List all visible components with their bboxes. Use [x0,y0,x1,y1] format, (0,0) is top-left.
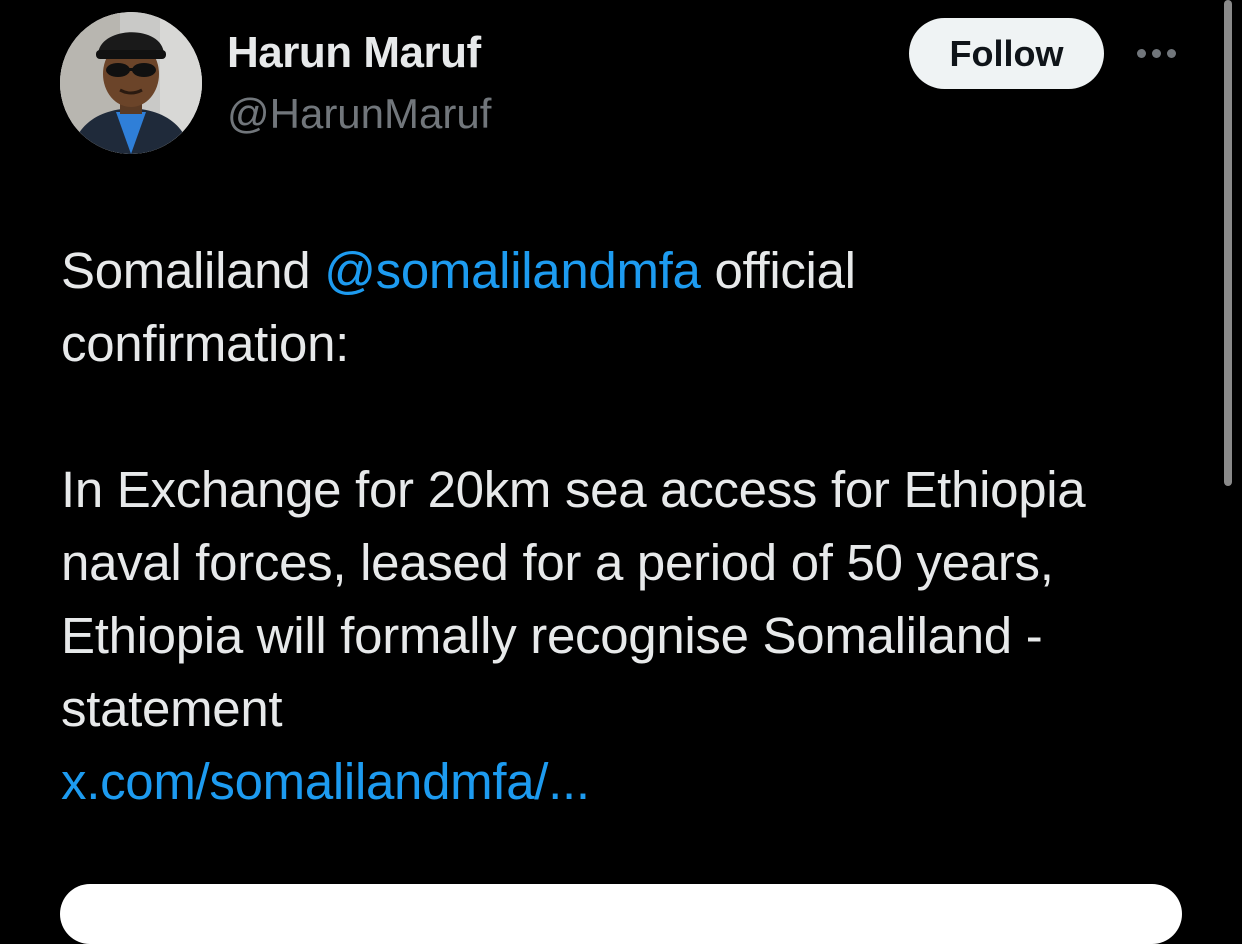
tweet-text-segment: official [700,242,856,299]
more-horizontal-icon-dot [1151,48,1161,58]
external-link[interactable]: x.com/somalilandmfa/... [61,753,590,810]
tweet-text-segment: Somaliland [61,242,325,299]
tweet-line-2: confirmation: [61,315,350,372]
more-options-button[interactable] [1128,34,1184,72]
more-horizontal-icon [1136,48,1146,58]
link-preview-card[interactable] [60,884,1182,944]
tweet-line-1: Somaliland @somalilandmfa official [61,234,1181,307]
avatar[interactable] [60,12,202,154]
follow-button[interactable]: Follow [909,18,1104,89]
more-horizontal-icon-dot [1166,48,1176,58]
mention-link[interactable]: @somalilandmfa [324,242,701,299]
tweet-link-line: x.com/somalilandmfa/... [61,745,1181,818]
user-avatar-photo-icon [60,12,202,154]
author-handle[interactable]: @HarunMaruf [227,90,491,138]
tweet-paragraph-2: In Exchange for 20km sea access for Ethi… [61,461,1086,737]
author-display-name[interactable]: Harun Maruf [227,28,481,78]
scrollbar[interactable] [1224,0,1232,486]
tweet-text: Somaliland @somalilandmfa official confi… [61,234,1181,818]
